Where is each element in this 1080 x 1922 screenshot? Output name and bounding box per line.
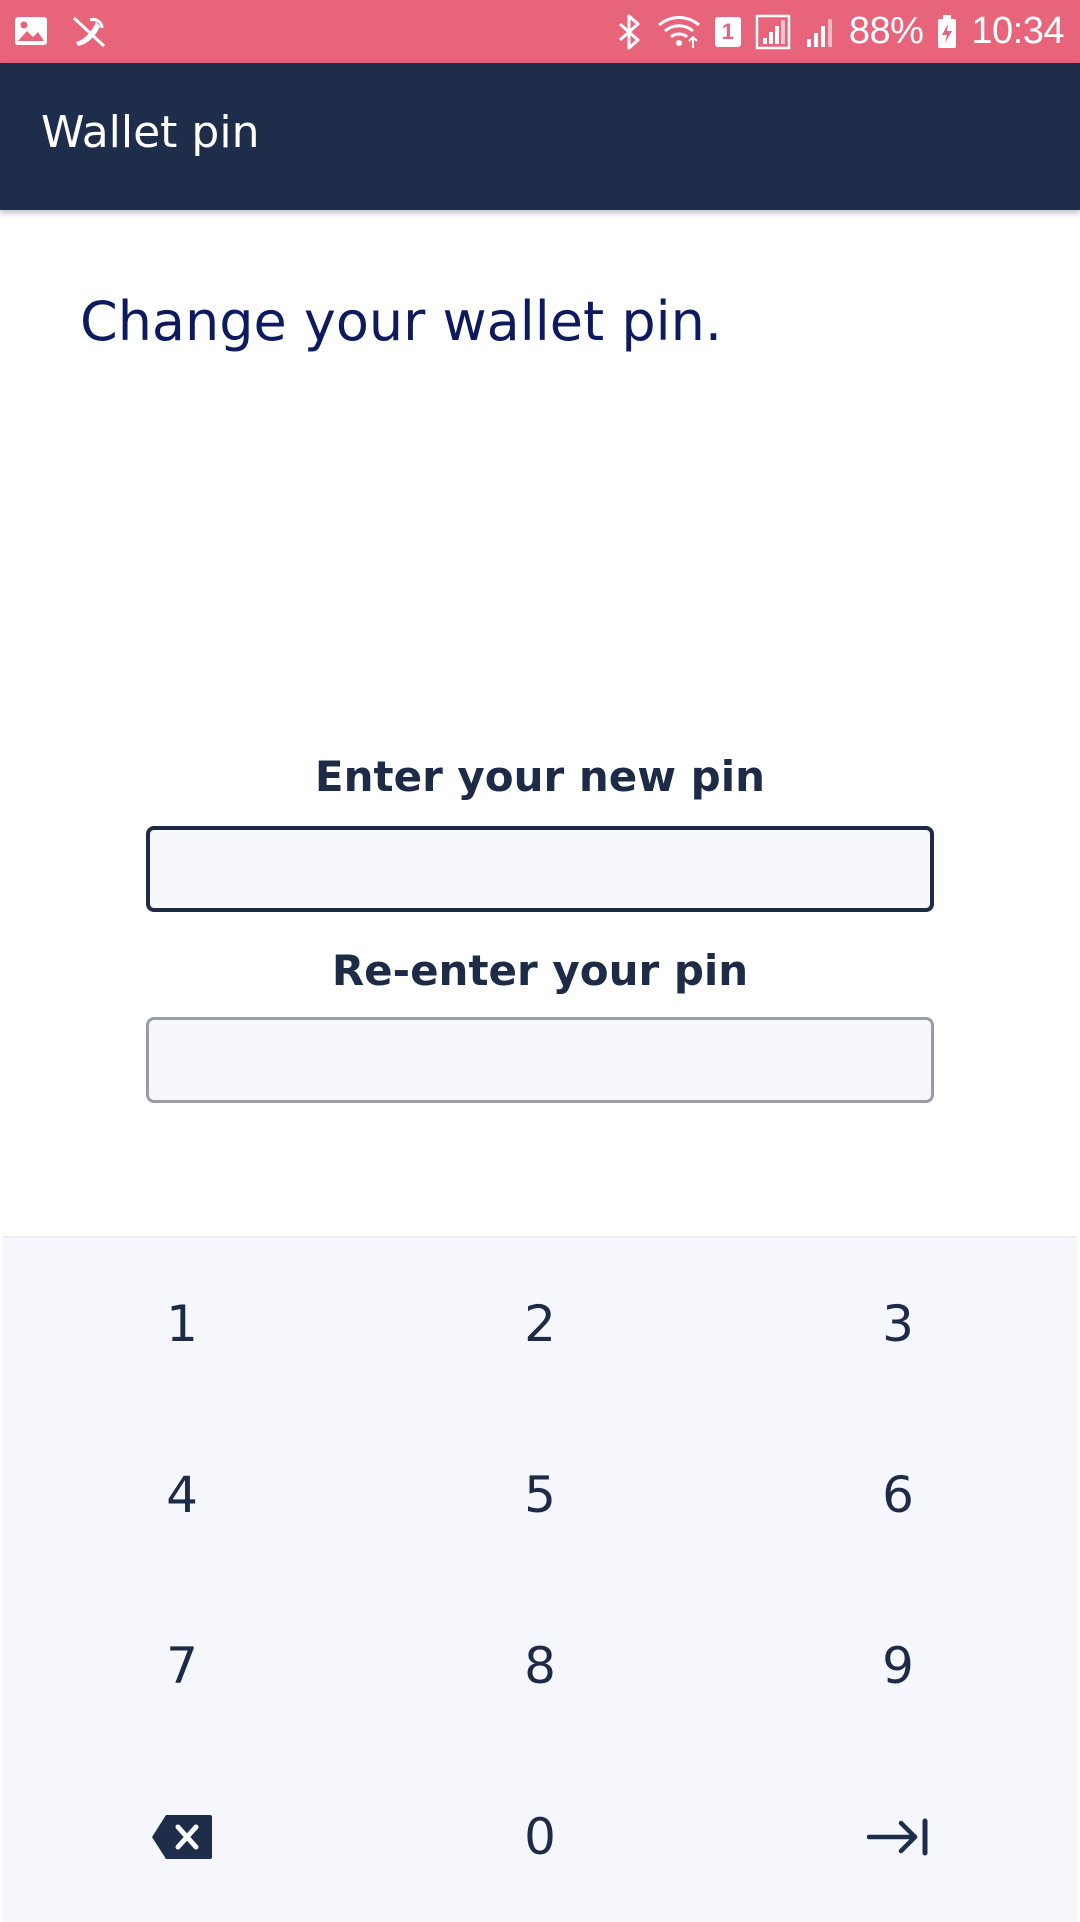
new-pin-label: Enter your new pin bbox=[314, 752, 766, 801]
key-1[interactable]: 1 bbox=[3, 1238, 361, 1409]
battery-charging-icon bbox=[937, 14, 957, 49]
sim-icon: 1 bbox=[714, 16, 741, 47]
status-bar-left-icons bbox=[14, 14, 108, 52]
confirm-pin-input[interactable] bbox=[146, 1017, 934, 1103]
key-5[interactable]: 5 bbox=[361, 1409, 719, 1580]
confirm-pin-label: Re-enter your pin bbox=[331, 946, 749, 995]
app-bar: Wallet pin bbox=[0, 63, 1080, 210]
tab-arrow-icon bbox=[867, 1817, 929, 1857]
key-0[interactable]: 0 bbox=[361, 1751, 719, 1922]
signal-icon bbox=[805, 15, 835, 49]
battery-percentage: 88% bbox=[848, 10, 924, 52]
signal-icon bbox=[755, 14, 791, 50]
key-9[interactable]: 9 bbox=[719, 1580, 1077, 1751]
submit-key[interactable] bbox=[719, 1751, 1077, 1922]
page-heading: Change your wallet pin. bbox=[80, 290, 722, 353]
backspace-icon bbox=[150, 1813, 214, 1861]
key-3[interactable]: 3 bbox=[719, 1238, 1077, 1409]
clock: 10:34 bbox=[971, 10, 1064, 52]
number-keypad: 1 2 3 4 5 6 7 8 9 0 bbox=[3, 1236, 1077, 1922]
wifi-icon bbox=[657, 15, 701, 49]
status-bar-right-icons: 1 88% 10:34 bbox=[617, 0, 1064, 63]
image-icon bbox=[14, 15, 48, 51]
key-2[interactable]: 2 bbox=[361, 1238, 719, 1409]
mute-icon bbox=[70, 14, 108, 52]
status-bar: 1 88% 10:34 bbox=[0, 0, 1080, 63]
app-bar-title: Wallet pin bbox=[41, 107, 260, 158]
bluetooth-icon bbox=[617, 14, 643, 50]
key-8[interactable]: 8 bbox=[361, 1580, 719, 1751]
key-6[interactable]: 6 bbox=[719, 1409, 1077, 1580]
delete-key[interactable] bbox=[3, 1751, 361, 1922]
key-4[interactable]: 4 bbox=[3, 1409, 361, 1580]
key-7[interactable]: 7 bbox=[3, 1580, 361, 1751]
new-pin-input[interactable] bbox=[146, 826, 934, 912]
